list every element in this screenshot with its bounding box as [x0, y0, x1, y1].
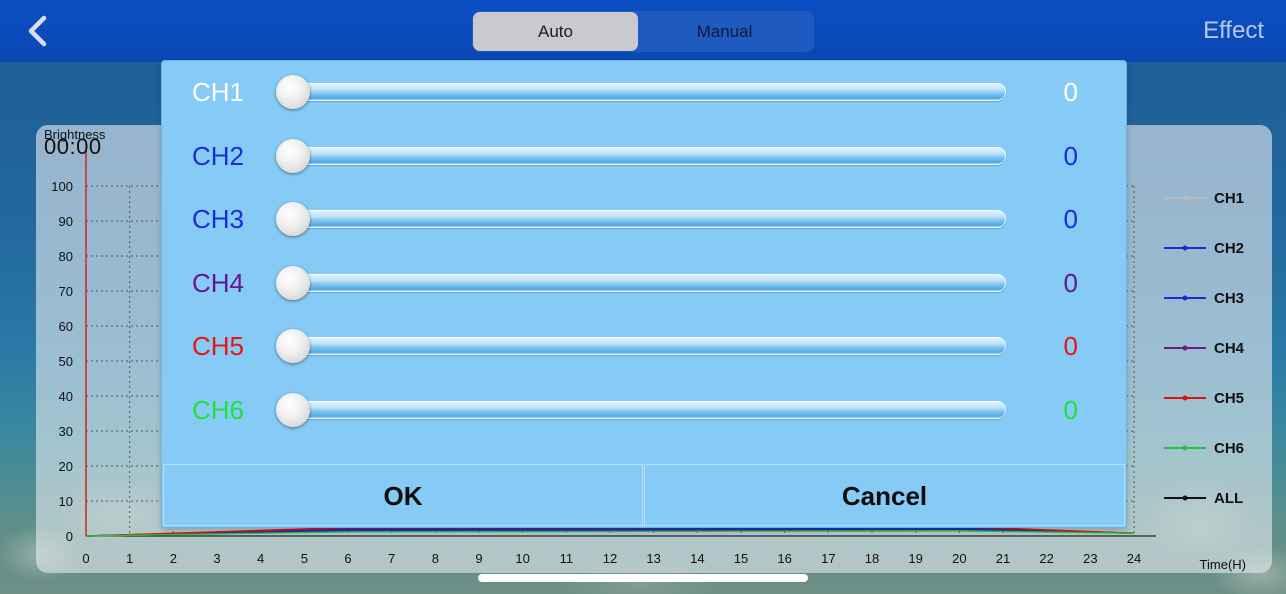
channel-row-ch5: CH5 0 [162, 327, 1126, 367]
channel-value: 0 [1063, 140, 1078, 171]
channel-value: 0 [1063, 267, 1078, 298]
x-tick-label: 13 [646, 551, 660, 566]
x-tick-label: 7 [388, 551, 395, 566]
x-tick-label: 12 [603, 551, 617, 566]
y-tick-label: 60 [59, 319, 73, 334]
legend-marker [1182, 295, 1188, 301]
legend-label: CH3 [1214, 290, 1244, 307]
y-tick-label: 40 [59, 389, 73, 404]
legend-label: CH6 [1214, 440, 1244, 457]
channel-value: 0 [1063, 394, 1078, 425]
x-tick-label: 1 [126, 551, 133, 566]
legend-marker [1182, 495, 1188, 501]
y-tick-label: 50 [59, 354, 73, 369]
legend-marker [1182, 345, 1188, 351]
channel-label: CH3 [192, 204, 245, 234]
time-readout: 00:00 [44, 134, 102, 159]
x-tick-label: 3 [213, 551, 220, 566]
legend-marker [1182, 395, 1188, 401]
x-tick-label: 23 [1083, 551, 1097, 566]
channel-label: CH4 [192, 267, 245, 298]
legend-label: ALL [1214, 490, 1243, 507]
x-tick-label: 9 [475, 551, 482, 566]
y-tick-label: 10 [59, 494, 73, 509]
channel-label: CH6 [192, 394, 245, 425]
channel-row-ch1: CH1 0 [162, 73, 1126, 113]
legend-marker [1182, 445, 1188, 451]
x-tick-label: 10 [515, 551, 529, 566]
channel-slider-thumb[interactable] [276, 138, 310, 173]
x-tick-label: 19 [908, 551, 922, 566]
x-tick-label: 22 [1039, 551, 1053, 566]
channel-row-ch4: CH4 0 [162, 264, 1126, 304]
cancel-button[interactable]: Cancel [644, 464, 1125, 526]
x-tick-label: 4 [257, 551, 264, 566]
y-tick-label: 70 [59, 284, 73, 299]
channel-slider-thumb[interactable] [276, 329, 310, 363]
channel-label: CH1 [192, 77, 245, 107]
y-tick-label: 100 [51, 179, 73, 194]
channel-value: 0 [1063, 331, 1078, 361]
channel-label: CH5 [192, 331, 245, 361]
channel-value: 0 [1063, 77, 1078, 107]
channel-row-ch3: CH3 0 [162, 200, 1126, 240]
channel-slider-track[interactable] [278, 400, 1006, 419]
x-tick-label: 20 [952, 551, 966, 566]
channel-slider-track[interactable] [278, 337, 1006, 355]
y-tick-label: 20 [59, 459, 73, 474]
x-tick-label: 2 [170, 551, 177, 566]
x-tick-label: 11 [560, 551, 574, 566]
ok-button[interactable]: OK [163, 464, 643, 526]
x-tick-label: 5 [301, 551, 308, 566]
legend-label: CH5 [1214, 390, 1244, 407]
legend-marker [1182, 195, 1188, 201]
y-tick-label: 0 [66, 529, 73, 544]
channel-slider-track[interactable] [278, 83, 1006, 101]
home-indicator[interactable] [478, 574, 808, 582]
x-tick-label: 18 [865, 551, 879, 566]
channel-row-ch2: CH2 0 [162, 137, 1126, 177]
channel-slider-track[interactable] [278, 210, 1006, 228]
legend-marker [1182, 245, 1188, 251]
channel-label: CH2 [192, 140, 245, 171]
channel-slider-thumb[interactable] [276, 75, 310, 109]
x-tick-label: 0 [82, 551, 89, 566]
x-tick-label: 15 [734, 551, 748, 566]
legend-label: CH4 [1214, 340, 1245, 357]
y-tick-label: 90 [59, 214, 73, 229]
y-tick-label: 80 [59, 249, 73, 264]
x-tick-label: 17 [821, 551, 835, 566]
legend-label: CH2 [1214, 240, 1244, 257]
channel-slider-track[interactable] [278, 273, 1006, 292]
channel-slider-track[interactable] [278, 146, 1006, 165]
x-tick-label: 21 [996, 551, 1010, 566]
x-axis-label: Time(H) [1200, 557, 1246, 572]
x-tick-label: 6 [344, 551, 351, 566]
channel-slider-thumb[interactable] [276, 392, 310, 427]
manual-channel-dialog: OK Cancel CH1 0 CH2 0 CH3 0 CH4 0 CH5 0 CH6 0 [161, 60, 1127, 528]
x-tick-label: 8 [432, 551, 439, 566]
x-tick-label: 14 [690, 551, 704, 566]
x-tick-label: 16 [777, 551, 791, 566]
channel-row-ch6: CH6 0 [162, 391, 1126, 431]
channel-slider-thumb[interactable] [276, 202, 310, 236]
y-tick-label: 30 [59, 424, 73, 439]
legend-label: CH1 [1214, 190, 1244, 207]
channel-slider-thumb[interactable] [276, 265, 310, 300]
x-tick-label: 24 [1127, 551, 1141, 566]
channel-value: 0 [1063, 204, 1078, 234]
